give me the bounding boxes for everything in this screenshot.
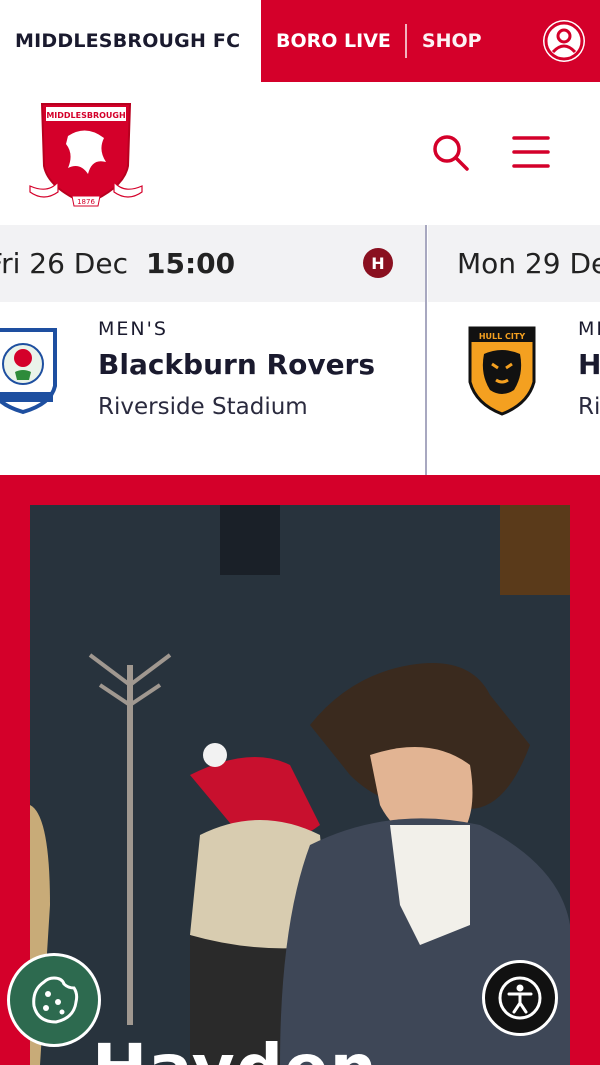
middlesbrough-crest[interactable]: MIDDLESBROUGH 1876 [28, 96, 144, 212]
fixture-date-bar: Mon 29 Dec [428, 225, 600, 302]
account-button[interactable] [543, 20, 585, 62]
shop-link[interactable]: SHOP [422, 30, 482, 52]
menu-icon[interactable] [512, 134, 550, 170]
feature-headline[interactable]: Hayden [92, 1030, 378, 1065]
team-label: MEN'S [578, 318, 600, 340]
home-badge: H [363, 248, 393, 278]
opponent-name: Blackburn Rovers [98, 348, 376, 381]
user-icon [544, 21, 584, 61]
svg-text:MIDDLESBROUGH: MIDDLESBROUGH [46, 111, 125, 120]
club-name: MIDDLESBROUGH FC [15, 30, 241, 52]
accessibility-button[interactable] [482, 960, 558, 1036]
fixture-card[interactable]: Fri 26 Dec 15:00 H MEN'S Blackburn Rover… [0, 225, 427, 475]
cookie-settings-button[interactable] [7, 953, 101, 1047]
accessibility-icon [498, 976, 542, 1020]
boro-live-link[interactable]: BORO LIVE [276, 30, 391, 52]
club-name-link[interactable]: MIDDLESBROUGH FC [0, 0, 261, 82]
cookie-icon [32, 976, 79, 1024]
venue-name: Riverside Stadium [578, 394, 600, 420]
fixture-card[interactable]: Mon 29 Dec HULL CITY MEN'S Hull City Riv… [428, 225, 600, 475]
top-bar: MIDDLESBROUGH FC BORO LIVE SHOP [0, 0, 600, 82]
fixture-date-bar: Fri 26 Dec 15:00 H [0, 225, 425, 302]
svg-text:HULL CITY: HULL CITY [479, 332, 525, 341]
fixtures-carousel[interactable]: Fri 26 Dec 15:00 H MEN'S Blackburn Rover… [0, 225, 600, 475]
hull-city-crest: HULL CITY [468, 326, 536, 416]
fixture-date: Fri 26 Dec [0, 247, 128, 280]
fixture-time: 15:00 [145, 247, 236, 280]
opponent-name: Hull City [578, 348, 600, 381]
venue-name: Riverside Stadium [98, 394, 308, 420]
team-label: MEN'S [98, 318, 168, 340]
site-header: MIDDLESBROUGH 1876 [0, 82, 600, 225]
fixture-date: Mon 29 Dec [457, 247, 600, 280]
divider [404, 24, 407, 58]
search-icon[interactable] [430, 132, 470, 172]
svg-text:1876: 1876 [77, 198, 95, 206]
top-links: BORO LIVE SHOP [261, 0, 600, 82]
blackburn-rovers-crest [0, 328, 57, 415]
